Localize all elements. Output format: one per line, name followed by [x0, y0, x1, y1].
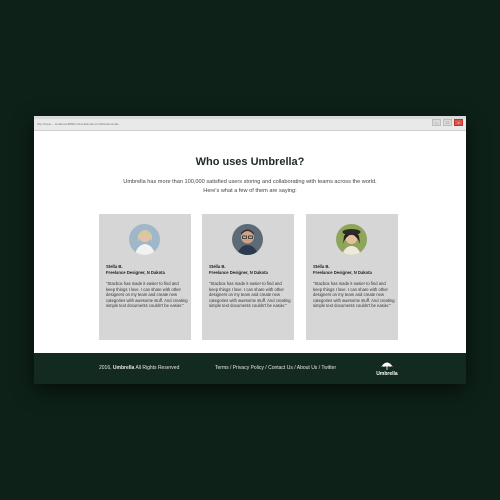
close-button[interactable]: ×: [454, 119, 463, 126]
umbrella-icon: [381, 362, 393, 370]
section-subtitle: Umbrella has more than 100,000 satisfied…: [123, 179, 377, 194]
testimonial-role: Freelance Designer, N Dakota: [106, 270, 165, 275]
footer-link-contact[interactable]: Contact Us: [268, 365, 293, 371]
avatar: [232, 224, 263, 255]
testimonial-card: Stella B. Freelance Designer, N Dakota "…: [306, 214, 398, 340]
footer-links: Terms / Privacy Policy / Contact Us / Ab…: [215, 365, 337, 371]
testimonial-quote: "Stacbox has made it easier to find and …: [209, 281, 291, 309]
footer-brand: Umbrella: [112, 365, 135, 371]
footer-year: 2016,: [99, 365, 112, 371]
testimonial-author: Stella B. Freelance Designer, N Dakota: [106, 264, 165, 276]
avatar: [129, 224, 160, 255]
avatar: [336, 224, 367, 255]
window-controls: – □ ×: [432, 119, 463, 126]
footer-link-terms[interactable]: Terms: [215, 365, 229, 371]
testimonial-quote: "Stacbox has made it easier to find and …: [313, 281, 395, 309]
footer-link-about[interactable]: About Us: [297, 365, 318, 371]
testimonial-role: Freelance Designer, N Dakota: [209, 270, 268, 275]
maximize-button[interactable]: □: [443, 119, 452, 126]
footer-copyright: 2016, Umbrella All Rights Reserved: [99, 365, 179, 371]
minimize-button[interactable]: –: [432, 119, 441, 126]
browser-chrome: http://www.... localhost:8080/umbrella/i…: [34, 116, 466, 131]
footer-link-privacy[interactable]: Privacy Policy: [233, 365, 264, 371]
footer-link-twitter[interactable]: Twitter: [321, 365, 336, 371]
logo-text: Umbrella: [376, 371, 398, 377]
testimonial-quote: "Stacbox has made it easier to find and …: [106, 281, 188, 309]
testimonial-role: Freelance Designer, N Dakota: [313, 270, 372, 275]
section-title: Who uses Umbrella?: [195, 156, 305, 168]
footer-rights: All Rights Reserved: [135, 365, 180, 371]
footer-logo[interactable]: Umbrella: [370, 359, 404, 379]
testimonial-author: Stella B. Freelance Designer, N Dakota: [313, 264, 372, 276]
browser-tab-strip[interactable]: [34, 116, 466, 119]
testimonial-card: Stella B. Freelance Designer, N Dakota "…: [202, 214, 294, 340]
browser-window: http://www.... localhost:8080/umbrella/i…: [34, 116, 466, 384]
testimonial-author: Stella B. Freelance Designer, N Dakota: [209, 264, 268, 276]
page-content: Who uses Umbrella? Umbrella has more tha…: [34, 131, 466, 368]
testimonial-card: Stella B. Freelance Designer, N Dakota "…: [99, 214, 191, 340]
browser-status-text: http://www.... localhost:8080/umbrella/i…: [37, 122, 119, 126]
site-footer: 2016, Umbrella All Rights Reserved Terms…: [34, 353, 466, 384]
